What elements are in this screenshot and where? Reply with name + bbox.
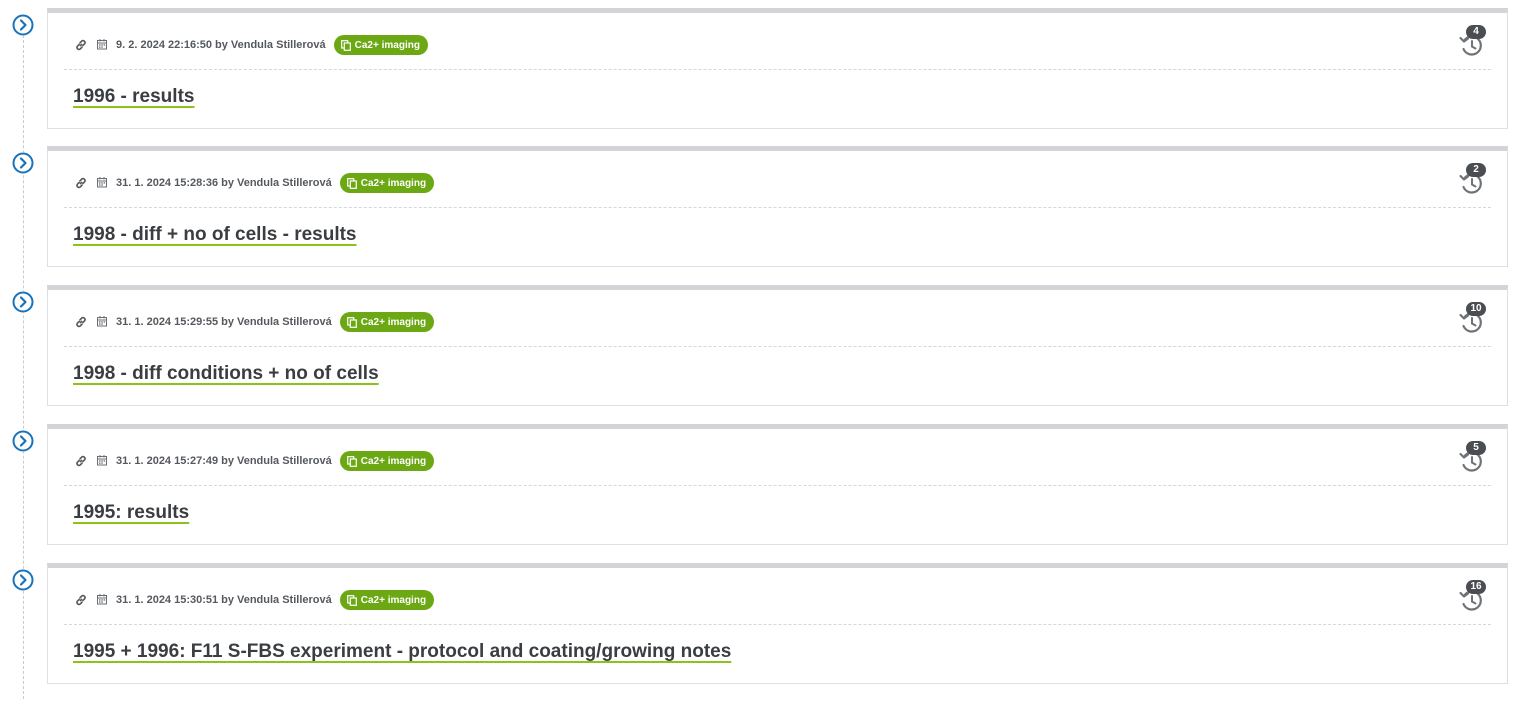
- entry-title-link[interactable]: 1998 - diff + no of cells - results: [73, 224, 357, 246]
- entry-author: Vendula Stillerová: [236, 316, 332, 328]
- tag-label: Ca2+ imaging: [360, 177, 427, 189]
- timeline-entry: 9. 2. 2024 22:16:50 by Vendula Stillerov…: [0, 8, 1518, 147]
- copy-icon: [346, 594, 357, 606]
- history-count-badge: 2: [1466, 163, 1486, 177]
- by-label: by: [221, 455, 234, 467]
- card-divider: [64, 207, 1491, 208]
- expand-toggle[interactable]: [12, 152, 34, 174]
- entry-author: Vendula Stillerová: [236, 455, 332, 467]
- entry-datetime: 31. 1. 2024 15:28:36: [116, 177, 219, 189]
- history-button[interactable]: 16: [1457, 580, 1491, 614]
- entry-card: 31. 1. 2024 15:27:49 by Vendula Stillero…: [47, 424, 1508, 545]
- card-divider: [64, 624, 1491, 625]
- entry-meta: 31. 1. 2024 15:27:49 by Vendula Stillero…: [74, 449, 435, 473]
- tag-badge[interactable]: Ca2+ imaging: [333, 35, 428, 55]
- link-icon[interactable]: [74, 593, 88, 607]
- timeline-entry: 31. 1. 2024 15:28:36 by Vendula Stillero…: [0, 146, 1518, 285]
- history-button[interactable]: 4: [1457, 25, 1491, 59]
- chevron-right-circle-icon: [12, 152, 34, 174]
- entry-meta: 31. 1. 2024 15:28:36 by Vendula Stillero…: [74, 171, 435, 195]
- copy-icon: [340, 39, 351, 51]
- calendar-icon: [96, 454, 110, 468]
- calendar-icon: [96, 176, 110, 190]
- link-icon[interactable]: [74, 176, 88, 190]
- link-icon[interactable]: [74, 38, 88, 52]
- card-divider: [64, 346, 1491, 347]
- chevron-right-circle-icon: [12, 291, 34, 313]
- calendar-icon: [96, 593, 110, 607]
- history-count-badge: 4: [1466, 25, 1486, 39]
- by-label: by: [221, 316, 234, 328]
- card-divider: [64, 485, 1491, 486]
- by-label: by: [215, 39, 228, 51]
- entry-author: Vendula Stillerová: [230, 39, 326, 51]
- by-label: by: [221, 594, 234, 606]
- history-count-badge: 16: [1466, 580, 1486, 594]
- entry-datetime: 31. 1. 2024 15:27:49: [116, 455, 219, 467]
- link-icon[interactable]: [74, 454, 88, 468]
- tag-badge[interactable]: Ca2+ imaging: [339, 312, 435, 332]
- history-count-badge: 5: [1466, 441, 1486, 455]
- entry-meta: 31. 1. 2024 15:30:51 by Vendula Stillero…: [74, 588, 435, 612]
- entry-title-link[interactable]: 1996 - results: [73, 86, 194, 108]
- timeline-entry: 31. 1. 2024 15:29:55 by Vendula Stillero…: [0, 285, 1518, 424]
- entry-card: 31. 1. 2024 15:30:51 by Vendula Stillero…: [47, 563, 1508, 684]
- entry-title-link[interactable]: 1998 - diff conditions + no of cells: [73, 363, 379, 385]
- entry-author: Vendula Stillerová: [236, 177, 332, 189]
- entry-author: Vendula Stillerová: [236, 594, 332, 606]
- tag-badge[interactable]: Ca2+ imaging: [339, 451, 435, 471]
- calendar-icon: [96, 38, 110, 52]
- chevron-right-circle-icon: [12, 430, 34, 452]
- calendar-icon: [96, 315, 110, 329]
- copy-icon: [346, 177, 357, 189]
- copy-icon: [346, 316, 357, 328]
- history-count-badge: 10: [1466, 302, 1486, 316]
- entry-datetime: 31. 1. 2024 15:29:55: [116, 316, 219, 328]
- expand-toggle[interactable]: [12, 14, 34, 36]
- timeline-entry: 31. 1. 2024 15:30:51 by Vendula Stillero…: [0, 563, 1518, 702]
- entry-title-link[interactable]: 1995: results: [73, 502, 189, 524]
- entry-meta: 9. 2. 2024 22:16:50 by Vendula Stillerov…: [74, 33, 428, 57]
- copy-icon: [346, 455, 357, 467]
- history-button[interactable]: 2: [1457, 163, 1491, 197]
- entry-card: 9. 2. 2024 22:16:50 by Vendula Stillerov…: [47, 8, 1508, 129]
- history-button[interactable]: 10: [1457, 302, 1491, 336]
- link-icon[interactable]: [74, 315, 88, 329]
- expand-toggle[interactable]: [12, 291, 34, 313]
- tag-badge[interactable]: Ca2+ imaging: [339, 173, 435, 193]
- expand-toggle[interactable]: [12, 569, 34, 591]
- entry-card: 31. 1. 2024 15:29:55 by Vendula Stillero…: [47, 285, 1508, 406]
- tag-label: Ca2+ imaging: [360, 455, 427, 467]
- entry-title-link[interactable]: 1995 + 1996: F11 S-FBS experiment - prot…: [73, 641, 731, 663]
- tag-badge[interactable]: Ca2+ imaging: [339, 590, 435, 610]
- entry-meta: 31. 1. 2024 15:29:55 by Vendula Stillero…: [74, 310, 435, 334]
- tag-label: Ca2+ imaging: [360, 316, 427, 328]
- timeline-entry: 31. 1. 2024 15:27:49 by Vendula Stillero…: [0, 424, 1518, 563]
- chevron-right-circle-icon: [12, 14, 34, 36]
- entry-card: 31. 1. 2024 15:28:36 by Vendula Stillero…: [47, 146, 1508, 267]
- expand-toggle[interactable]: [12, 430, 34, 452]
- entry-datetime: 9. 2. 2024 22:16:50: [116, 39, 213, 51]
- entry-datetime: 31. 1. 2024 15:30:51: [116, 594, 219, 606]
- card-divider: [64, 69, 1491, 70]
- tag-label: Ca2+ imaging: [354, 39, 420, 51]
- chevron-right-circle-icon: [12, 569, 34, 591]
- tag-label: Ca2+ imaging: [360, 594, 427, 606]
- history-button[interactable]: 5: [1457, 441, 1491, 475]
- by-label: by: [221, 177, 234, 189]
